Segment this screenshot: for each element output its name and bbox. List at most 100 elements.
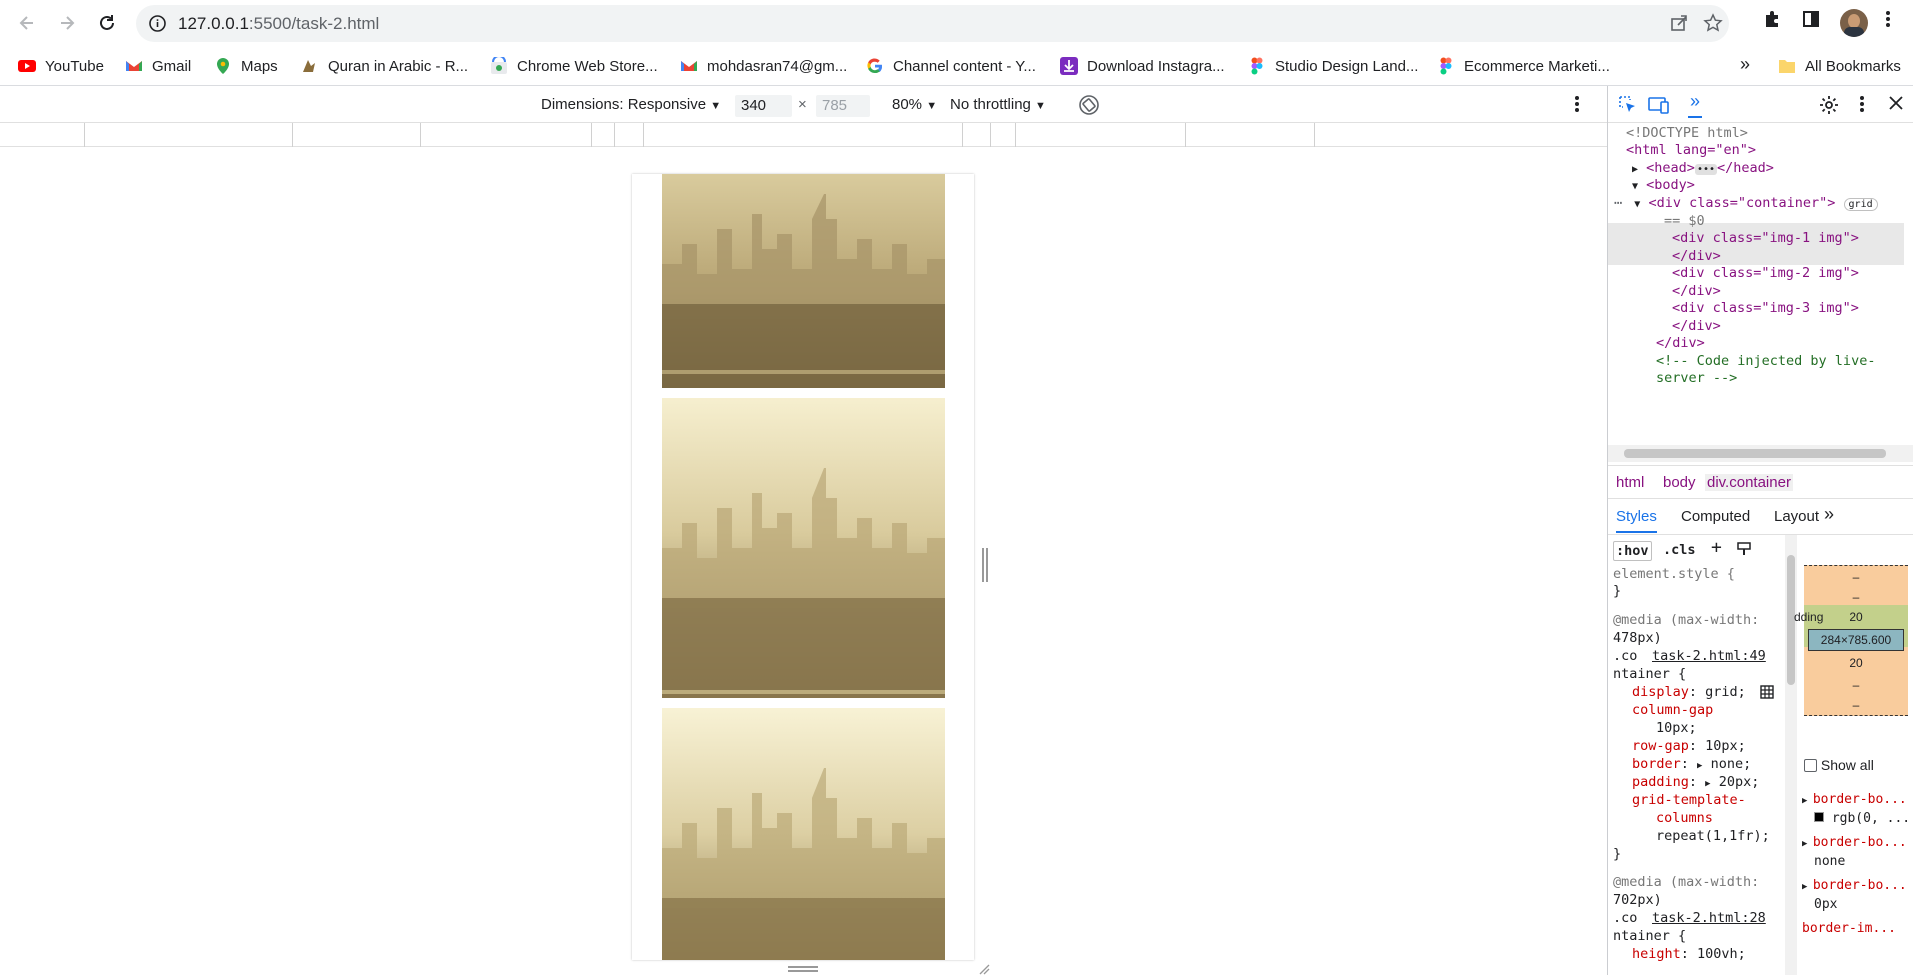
ruler-mark[interactable] <box>420 123 421 147</box>
decl-grid-template-columns[interactable]: columns <box>1656 809 1713 827</box>
collapse-triangle-icon[interactable]: ▼ <box>1634 199 1640 210</box>
crumb-body[interactable]: body <box>1663 474 1696 491</box>
container-node[interactable]: ⋯ ▼ <div class="container"> grid <box>1614 193 1878 214</box>
elements-horizontal-scrollbar[interactable] <box>1608 445 1913 462</box>
margin-top-value[interactable]: – <box>1804 567 1908 587</box>
back-button[interactable] <box>12 8 42 38</box>
column-gap-value[interactable]: 10px; <box>1656 719 1697 737</box>
ruler-mark[interactable] <box>84 123 85 147</box>
decl-border[interactable]: border: ▶ none; <box>1632 755 1751 775</box>
computed-row[interactable]: ▶ border-bo... <box>1802 877 1910 896</box>
crumb-html[interactable]: html <box>1616 474 1644 491</box>
bookmark-maps[interactable]: Maps <box>214 56 278 76</box>
bookmark-download-instagram[interactable]: Download Instagra... <box>1060 56 1225 76</box>
decl-padding[interactable]: padding: ▶ 20px; <box>1632 773 1759 793</box>
grid-template-value[interactable]: repeat(1,1fr); <box>1656 827 1770 845</box>
right-resize-handle[interactable] <box>982 548 988 582</box>
bookmark-mohdasran[interactable]: mohdasran74@gm... <box>680 56 847 76</box>
url-text[interactable]: 127.0.0.1:5500/task-2.html <box>178 14 379 34</box>
device-toolbar-more-icon[interactable] <box>1574 95 1580 117</box>
content-size[interactable]: 284×785.600 <box>1808 629 1904 651</box>
hov-filter[interactable]: :hov <box>1613 541 1652 561</box>
throttling-dropdown[interactable]: No throttling ▼ <box>950 96 1046 113</box>
device-toggle-icon[interactable] <box>1648 95 1670 119</box>
computed-row[interactable]: ▶ border-bo... <box>1802 834 1910 853</box>
source-link-28[interactable]: task-2.html:28 <box>1652 909 1766 927</box>
tab-layout[interactable]: Layout <box>1774 508 1819 525</box>
address-bar[interactable]: 127.0.0.1:5500/task-2.html <box>136 5 1729 42</box>
ellipsis-badge[interactable]: ••• <box>1694 164 1718 175</box>
site-info-icon[interactable] <box>148 14 167 37</box>
forward-button[interactable] <box>52 8 82 38</box>
crumb-container[interactable]: div.container <box>1705 474 1793 491</box>
paint-brush-icon[interactable] <box>1736 541 1752 562</box>
kebab-menu-icon[interactable] <box>1884 9 1892 33</box>
checkbox-icon[interactable] <box>1804 759 1817 772</box>
bottom-resize-handle[interactable] <box>788 966 818 972</box>
bookmark-studio-design[interactable]: Studio Design Land... <box>1248 56 1418 76</box>
source-link-49[interactable]: task-2.html:49 <box>1652 647 1766 665</box>
settings-gear-icon[interactable] <box>1819 95 1839 119</box>
ruler-mark[interactable] <box>990 123 991 147</box>
extensions-icon[interactable] <box>1762 9 1782 33</box>
ruler-mark[interactable] <box>962 123 963 147</box>
profile-avatar[interactable] <box>1840 9 1868 37</box>
decl-column-gap[interactable]: column-gap <box>1632 701 1713 719</box>
border-top-value[interactable]: – <box>1804 587 1908 607</box>
decl-grid-template[interactable]: grid-template- <box>1632 791 1746 809</box>
side-panel-icon[interactable] <box>1801 9 1821 33</box>
all-bookmarks-button[interactable]: All Bookmarks <box>1778 56 1901 76</box>
expand-triangle-icon[interactable]: ▶ <box>1632 164 1638 175</box>
new-rule-plus-icon[interactable]: + <box>1711 539 1722 557</box>
width-input[interactable]: 340 <box>735 95 792 117</box>
decl-row-gap[interactable]: row-gap: 10px; <box>1632 737 1746 755</box>
color-swatch-icon[interactable] <box>1814 812 1824 822</box>
share-icon[interactable] <box>1669 13 1689 37</box>
bookmark-youtube[interactable]: YouTube <box>18 56 104 76</box>
bookmark-ecommerce[interactable]: Ecommerce Marketi... <box>1437 56 1610 76</box>
bookmark-channel-content[interactable]: Channel content - Y... <box>866 56 1036 76</box>
selector-container-1[interactable]: .co <box>1613 647 1637 665</box>
expand-triangle-icon[interactable]: ▶ <box>1705 779 1710 789</box>
ruler-mark[interactable] <box>591 123 592 147</box>
tab-styles[interactable]: Styles <box>1616 508 1657 533</box>
padding-top-value[interactable]: 20 <box>1804 607 1908 627</box>
computed-row[interactable]: border-im... <box>1802 920 1910 937</box>
rotate-icon[interactable] <box>1077 93 1101 121</box>
grid-editor-icon[interactable] <box>1760 685 1774 704</box>
padding-bottom-value[interactable]: 20 <box>1804 653 1908 673</box>
inspect-element-icon[interactable] <box>1618 95 1638 119</box>
bookmark-chrome-web-store[interactable]: Chrome Web Store... <box>490 55 658 76</box>
bookmark-quran[interactable]: Quran in Arabic - R... <box>301 56 468 76</box>
ruler-mark[interactable] <box>292 123 293 147</box>
more-tabs-icon[interactable]: » <box>1688 91 1703 118</box>
devtools-menu-icon[interactable] <box>1859 95 1865 117</box>
corner-resize-handle[interactable] <box>978 962 990 975</box>
close-devtools-icon[interactable] <box>1888 95 1904 115</box>
collapse-triangle-icon[interactable]: ▼ <box>1632 181 1638 192</box>
height-input[interactable]: 785 <box>816 95 870 117</box>
dimensions-dropdown[interactable]: Dimensions: Responsive ▼ <box>541 96 721 113</box>
decl-height[interactable]: height: 100vh; <box>1632 945 1746 963</box>
bookmark-gmail[interactable]: Gmail <box>125 56 191 76</box>
ruler-mark[interactable] <box>643 123 644 147</box>
ruler-mark[interactable] <box>1314 123 1315 147</box>
show-all-checkbox[interactable]: Show all <box>1804 757 1874 773</box>
more-subtabs-icon[interactable]: » <box>1824 504 1834 525</box>
selector-container-2[interactable]: .co <box>1613 909 1637 927</box>
cls-filter[interactable]: .cls <box>1663 541 1696 559</box>
border-bottom-value[interactable]: – <box>1804 675 1908 695</box>
more-actions-icon[interactable]: ⋯ <box>1614 195 1622 211</box>
margin-bottom-value[interactable]: – <box>1804 695 1908 716</box>
grid-badge[interactable]: grid <box>1843 198 1878 211</box>
styles-scrollbar[interactable] <box>1785 535 1797 975</box>
bookmark-star-icon[interactable] <box>1703 13 1723 37</box>
bookmarks-overflow-button[interactable]: » <box>1740 54 1750 74</box>
ruler-mark[interactable] <box>1185 123 1186 147</box>
computed-row[interactable]: ▶ border-bo... <box>1802 791 1910 810</box>
expand-triangle-icon[interactable]: ▶ <box>1697 761 1702 771</box>
element-style-rule[interactable]: element.style { <box>1613 565 1735 583</box>
zoom-dropdown[interactable]: 80% ▼ <box>892 96 937 113</box>
ruler-mark[interactable] <box>1015 123 1016 147</box>
tab-computed[interactable]: Computed <box>1681 508 1750 525</box>
